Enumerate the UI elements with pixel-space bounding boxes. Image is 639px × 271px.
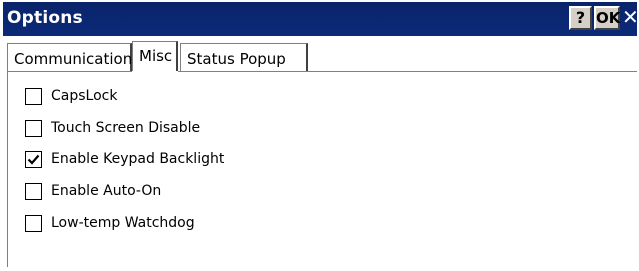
option-enable-keypad-backlight[interactable]: Enable Keypad Backlight: [25, 149, 224, 169]
tab-divider: [7, 71, 637, 72]
enable-keypad-backlight-label: Enable Keypad Backlight: [51, 151, 225, 167]
close-icon: ✕: [622, 5, 639, 29]
window-title: Options: [7, 8, 83, 28]
option-capslock[interactable]: CapsLock: [25, 86, 117, 106]
checkmark-icon: [27, 154, 40, 165]
option-enable-auto-on[interactable]: Enable Auto-On: [25, 181, 161, 201]
enable-keypad-backlight-checkbox[interactable]: [25, 150, 42, 168]
ok-button[interactable]: OK: [594, 6, 620, 30]
options-window: Options ? OK ✕ Communication Misc Status…: [3, 2, 639, 267]
enable-auto-on-label: Enable Auto-On: [51, 183, 162, 199]
touch-screen-disable-checkbox[interactable]: [25, 119, 42, 137]
dialog-content: Communication Misc Status Popup CapsLock…: [3, 36, 637, 267]
option-touch-screen-disable[interactable]: Touch Screen Disable: [25, 118, 200, 138]
low-temp-watchdog-label: Low-temp Watchdog: [51, 215, 195, 231]
tab-status-popup[interactable]: Status Popup: [180, 43, 308, 71]
option-low-temp-watchdog[interactable]: Low-temp Watchdog: [25, 213, 195, 233]
tab-communication[interactable]: Communication: [7, 43, 132, 71]
enable-auto-on-checkbox[interactable]: [25, 182, 42, 200]
title-bar: Options ? OK ✕: [3, 2, 639, 36]
help-button[interactable]: ?: [569, 6, 592, 30]
touch-screen-disable-label: Touch Screen Disable: [51, 120, 201, 136]
panel-border: [7, 71, 8, 267]
capslock-checkbox[interactable]: [25, 87, 42, 105]
tab-misc[interactable]: Misc: [132, 41, 178, 72]
low-temp-watchdog-checkbox[interactable]: [25, 214, 42, 232]
close-button[interactable]: ✕: [622, 5, 639, 30]
capslock-label: CapsLock: [51, 88, 118, 104]
